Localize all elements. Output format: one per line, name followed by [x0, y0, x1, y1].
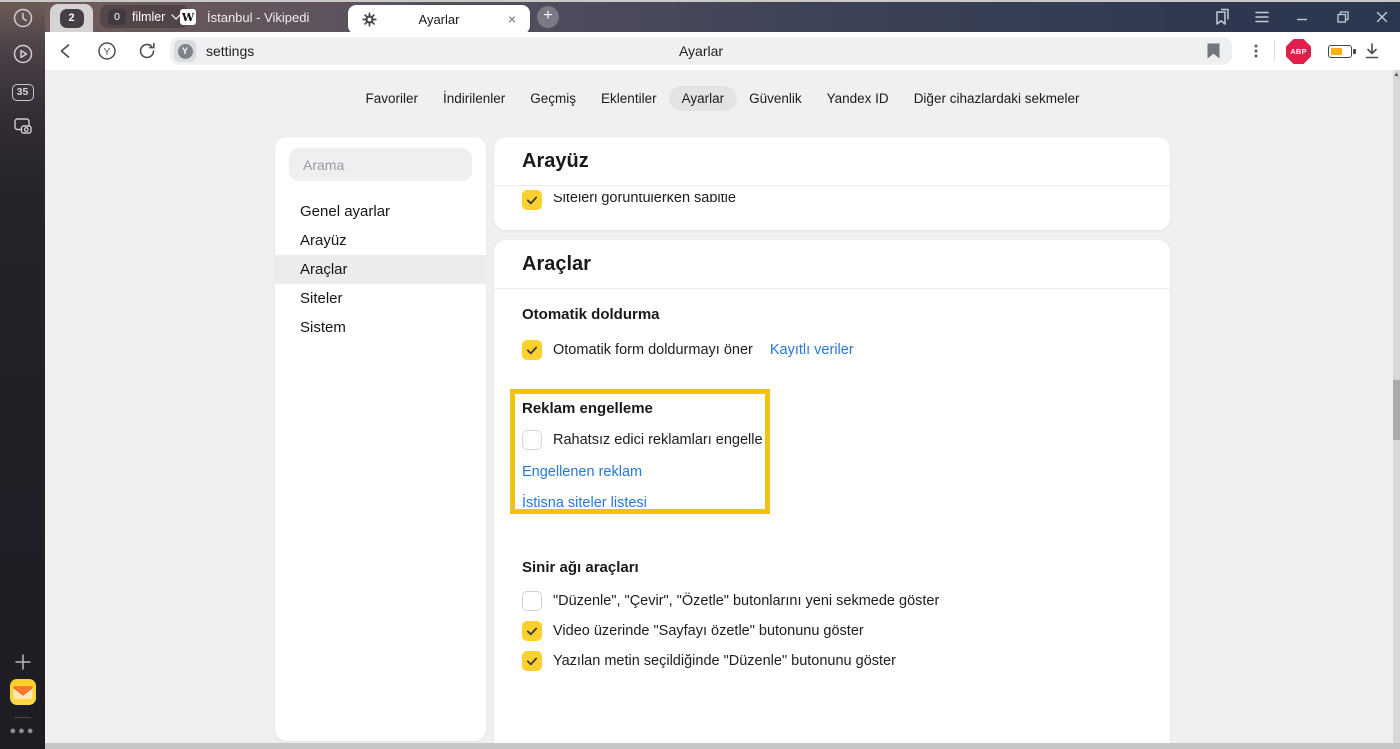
add-panel-plus-icon[interactable] — [0, 650, 45, 674]
sidebar-item-arayuz[interactable]: Arayüz — [275, 226, 486, 255]
window-close-icon[interactable] — [1371, 6, 1393, 28]
nav-tab-diger-cihazlar[interactable]: Diğer cihazlardaki sekmeler — [914, 91, 1080, 106]
nav-tab-ayarlar[interactable]: Ayarlar — [669, 86, 738, 111]
setting-label: Video üzerinde "Sayfayı özetle" butonunu… — [553, 623, 864, 639]
adblock-plus-icon[interactable]: ABP — [1286, 39, 1311, 64]
checkbox[interactable] — [522, 340, 542, 360]
checkbox[interactable] — [522, 430, 542, 450]
tab-stack-count-badge: 2 — [60, 9, 84, 28]
setting-row-rahatsiz-reklam: Rahatsız edici reklamları engelle — [522, 429, 1170, 451]
address-bar[interactable]: Y settings Ayarlar — [170, 37, 1232, 65]
sidebar-item-araclar[interactable]: Araçlar — [275, 255, 486, 284]
setting-label: Otomatik form doldurmayı öner — [553, 342, 753, 358]
heading-otomatik-doldurma: Otomatik doldurma — [522, 306, 1170, 323]
link-engellenen-reklam[interactable]: Engellenen reklam — [522, 464, 642, 480]
setting-label: Siteleri görüntülerken sabitle — [553, 190, 736, 206]
setting-label: Rahatsız edici reklamları engelle — [553, 432, 763, 448]
nav-tab-guvenlik[interactable]: Güvenlik — [749, 91, 802, 106]
nav-tab-gecmis[interactable]: Geçmiş — [530, 91, 576, 106]
kebab-menu-icon[interactable] — [1245, 40, 1267, 62]
settings-menu: Genel ayarlar Arayüz Araçlar Siteler Sis… — [275, 197, 486, 342]
sidebar-item-sistem[interactable]: Sistem — [275, 313, 486, 342]
checkbox[interactable] — [522, 621, 542, 641]
wikipedia-favicon: W — [180, 9, 196, 25]
downloads-icon[interactable] — [1361, 40, 1383, 62]
new-tab-button[interactable]: + — [537, 6, 559, 28]
menu-hamburger-icon[interactable] — [1251, 6, 1273, 28]
bookmark-flag-icon[interactable] — [1207, 43, 1220, 64]
rail-divider — [14, 717, 31, 718]
video-play-icon[interactable] — [0, 42, 45, 66]
sidebar-item-genel-ayarlar[interactable]: Genel ayarlar — [275, 197, 486, 226]
section-title-arayuz: Arayüz — [522, 150, 1170, 173]
scrollbar-thumb[interactable] — [1393, 380, 1400, 440]
screenshot-camera-icon[interactable] — [0, 115, 45, 139]
yandex-mail-icon[interactable] — [0, 680, 45, 704]
tab-counter-icon[interactable]: 35 — [0, 80, 45, 104]
page-scrollbar[interactable]: ▲ — [1393, 70, 1400, 749]
tab-ayarlar-active[interactable]: Ayarlar × — [348, 5, 530, 34]
section-title-araclar: Araçlar — [522, 253, 1170, 276]
nav-tab-eklentiler[interactable]: Eklentiler — [601, 91, 657, 106]
window-restore-icon[interactable] — [1332, 6, 1354, 28]
setting-row-otomatik-form: Otomatik form doldurmayı öner Kayıtlı ve… — [522, 339, 1170, 361]
setting-label: "Düzenle", "Çevir", "Özetle" butonlarını… — [553, 593, 939, 609]
tab-stack-button[interactable]: 2 — [50, 4, 93, 32]
window-bottom-border — [45, 743, 1400, 749]
checkbox[interactable] — [522, 591, 542, 611]
setting-row-sabitle: Siteleri görüntülerken sabitle — [522, 189, 1170, 211]
back-arrow-icon[interactable] — [55, 40, 77, 62]
settings-sidebar-card: Genel ayarlar Arayüz Araçlar Siteler Sis… — [275, 137, 486, 741]
nav-tab-yandex-id[interactable]: Yandex ID — [827, 91, 889, 106]
scrollbar-up-arrow[interactable]: ▲ — [1393, 72, 1400, 78]
browser-toolbar: Y Y settings Ayarlar ABP — [45, 32, 1400, 70]
setting-row-neural-buttons: "Düzenle", "Çevir", "Özetle" butonlarını… — [522, 590, 1170, 612]
battery-fill — [1331, 48, 1342, 55]
heading-sinir-agi-araclari: Sinir ağı araçları — [522, 559, 1170, 576]
heading-reklam-engelleme: Reklam engelleme — [522, 400, 1170, 417]
tab-group-label: filmler — [132, 10, 165, 24]
tools-section-card: Araçlar Otomatik doldurma Otomatik form … — [494, 240, 1170, 749]
tab-title: İstanbul - Vikipedi — [207, 10, 309, 25]
battery-nub — [1353, 49, 1356, 55]
setting-row-video-ozetle: Video üzerinde "Sayfayı özetle" butonunu… — [522, 620, 1170, 642]
settings-search-input[interactable] — [289, 148, 472, 181]
window-top-border — [0, 0, 1400, 2]
interface-section-card: Arayüz Siteleri görüntülerken sabitle — [494, 137, 1170, 230]
checkbox[interactable] — [522, 651, 542, 671]
link-istisna-siteler[interactable]: İstisna siteler listesi — [522, 495, 647, 511]
settings-nav-tabs: Favoriler İndirilenler Geçmiş Eklentiler… — [45, 91, 1400, 106]
battery-saver-icon[interactable] — [1328, 45, 1352, 58]
side-panel-bookmarks-icon[interactable] — [1211, 6, 1233, 28]
section-divider — [494, 288, 1170, 289]
address-bar-page-title: Ayarlar — [170, 37, 1232, 65]
refresh-icon[interactable] — [136, 40, 158, 62]
setting-label: Yazılan metin seçildiğinde "Düzenle" but… — [553, 653, 896, 669]
toolbar-divider — [1274, 40, 1275, 62]
tab-bar: 2 0 filmler W İstanbul - Vikipedi Ayarla… — [45, 2, 1400, 32]
tab-group-count-badge: 0 — [108, 9, 126, 25]
window-minimize-icon[interactable] — [1291, 6, 1313, 28]
sidebar-item-siteler[interactable]: Siteler — [275, 284, 486, 313]
nav-tab-favoriler[interactable]: Favoriler — [365, 91, 418, 106]
nav-tab-indirilenler[interactable]: İndirilenler — [443, 91, 505, 106]
tab-count-badge: 35 — [12, 84, 34, 101]
svg-text:Y: Y — [104, 47, 111, 58]
history-clock-icon[interactable] — [0, 6, 45, 30]
checkbox[interactable] — [522, 190, 542, 210]
browser-side-rail: 35 ●●● — [0, 0, 45, 749]
gear-favicon-icon — [362, 12, 377, 32]
close-tab-icon[interactable]: × — [504, 11, 520, 27]
more-options-dots-icon[interactable]: ●●● — [0, 725, 45, 737]
link-kayitli-veriler[interactable]: Kayıtlı veriler — [770, 342, 854, 358]
yandex-home-icon[interactable]: Y — [96, 40, 118, 62]
section-divider — [494, 185, 1170, 186]
settings-page: Favoriler İndirilenler Geçmiş Eklentiler… — [45, 70, 1400, 749]
setting-row-metin-duzenle: Yazılan metin seçildiğinde "Düzenle" but… — [522, 650, 1170, 672]
